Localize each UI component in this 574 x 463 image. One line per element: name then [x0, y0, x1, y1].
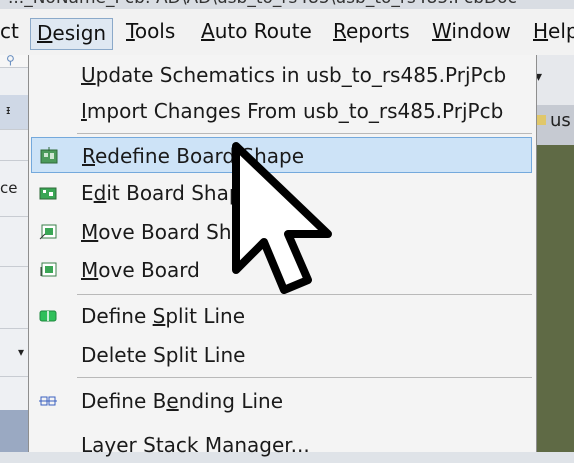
board-redefine-icon — [40, 147, 58, 164]
menu-project-partial[interactable]: ct — [0, 19, 19, 43]
menu-item-define-split-line[interactable]: Define Split Line — [31, 298, 532, 334]
toolbar-right: ▾ — [535, 55, 574, 105]
menu-item-update-schematics[interactable]: Update Schematics in usb_to_rs485.PrjPcb — [31, 57, 532, 93]
menu-design[interactable]: Design — [30, 18, 114, 50]
menu-item-import-changes[interactable]: Import Changes From usb_to_rs485.PrjPcb — [31, 93, 532, 129]
left-panel-toolbar: ⚲ — [0, 53, 28, 68]
left-panel-row-text: ce — [0, 179, 18, 197]
menu-item-define-bending-line[interactable]: Define Bending Line — [31, 383, 532, 419]
board-move-shape-icon — [39, 224, 57, 240]
document-tab[interactable]: us — [535, 105, 574, 145]
document-icon — [537, 115, 546, 125]
menu-window[interactable]: Window — [432, 19, 511, 43]
menu-auto-route[interactable]: Auto Route — [201, 19, 312, 43]
pin-icon[interactable]: ᵻ — [6, 103, 10, 117]
left-panel-tab[interactable] — [0, 410, 28, 452]
dropdown-arrow-icon[interactable]: ▾ — [18, 345, 24, 359]
menu-item-label: pdate Schematics in usb_to_rs485.PrjPcb — [95, 63, 507, 87]
split-line-icon — [39, 310, 57, 322]
left-panel-header: ᵻ — [0, 95, 28, 130]
board-move-icon — [40, 262, 57, 277]
menu-help[interactable]: Help — [533, 19, 574, 43]
menu-separator — [77, 133, 532, 134]
document-tab-label: us — [550, 110, 571, 131]
menu-item-delete-split-line[interactable]: Delete Split Line — [31, 337, 532, 373]
menu-reports[interactable]: Reports — [333, 19, 410, 43]
search-icon[interactable]: ⚲ — [6, 53, 15, 67]
left-panel: ⚲ ᵻ ce ▾ — [0, 53, 28, 452]
window-title: ..._NoName_Pcb: AD\AD\usb_to_rs485\usb_t… — [8, 0, 517, 8]
window-title-bar: ..._NoName_Pcb: AD\AD\usb_to_rs485\usb_t… — [0, 0, 574, 9]
mouse-pointer-icon — [232, 142, 332, 294]
menu-bar: ct Design Tools Auto Route Reports Windo… — [0, 9, 574, 55]
board-edit-icon — [39, 187, 57, 200]
bending-line-icon — [39, 396, 57, 406]
menu-separator — [77, 377, 532, 378]
menu-item-layer-stack-manager[interactable]: Layer Stack Manager... — [31, 427, 532, 463]
menu-tools[interactable]: Tools — [126, 19, 175, 43]
